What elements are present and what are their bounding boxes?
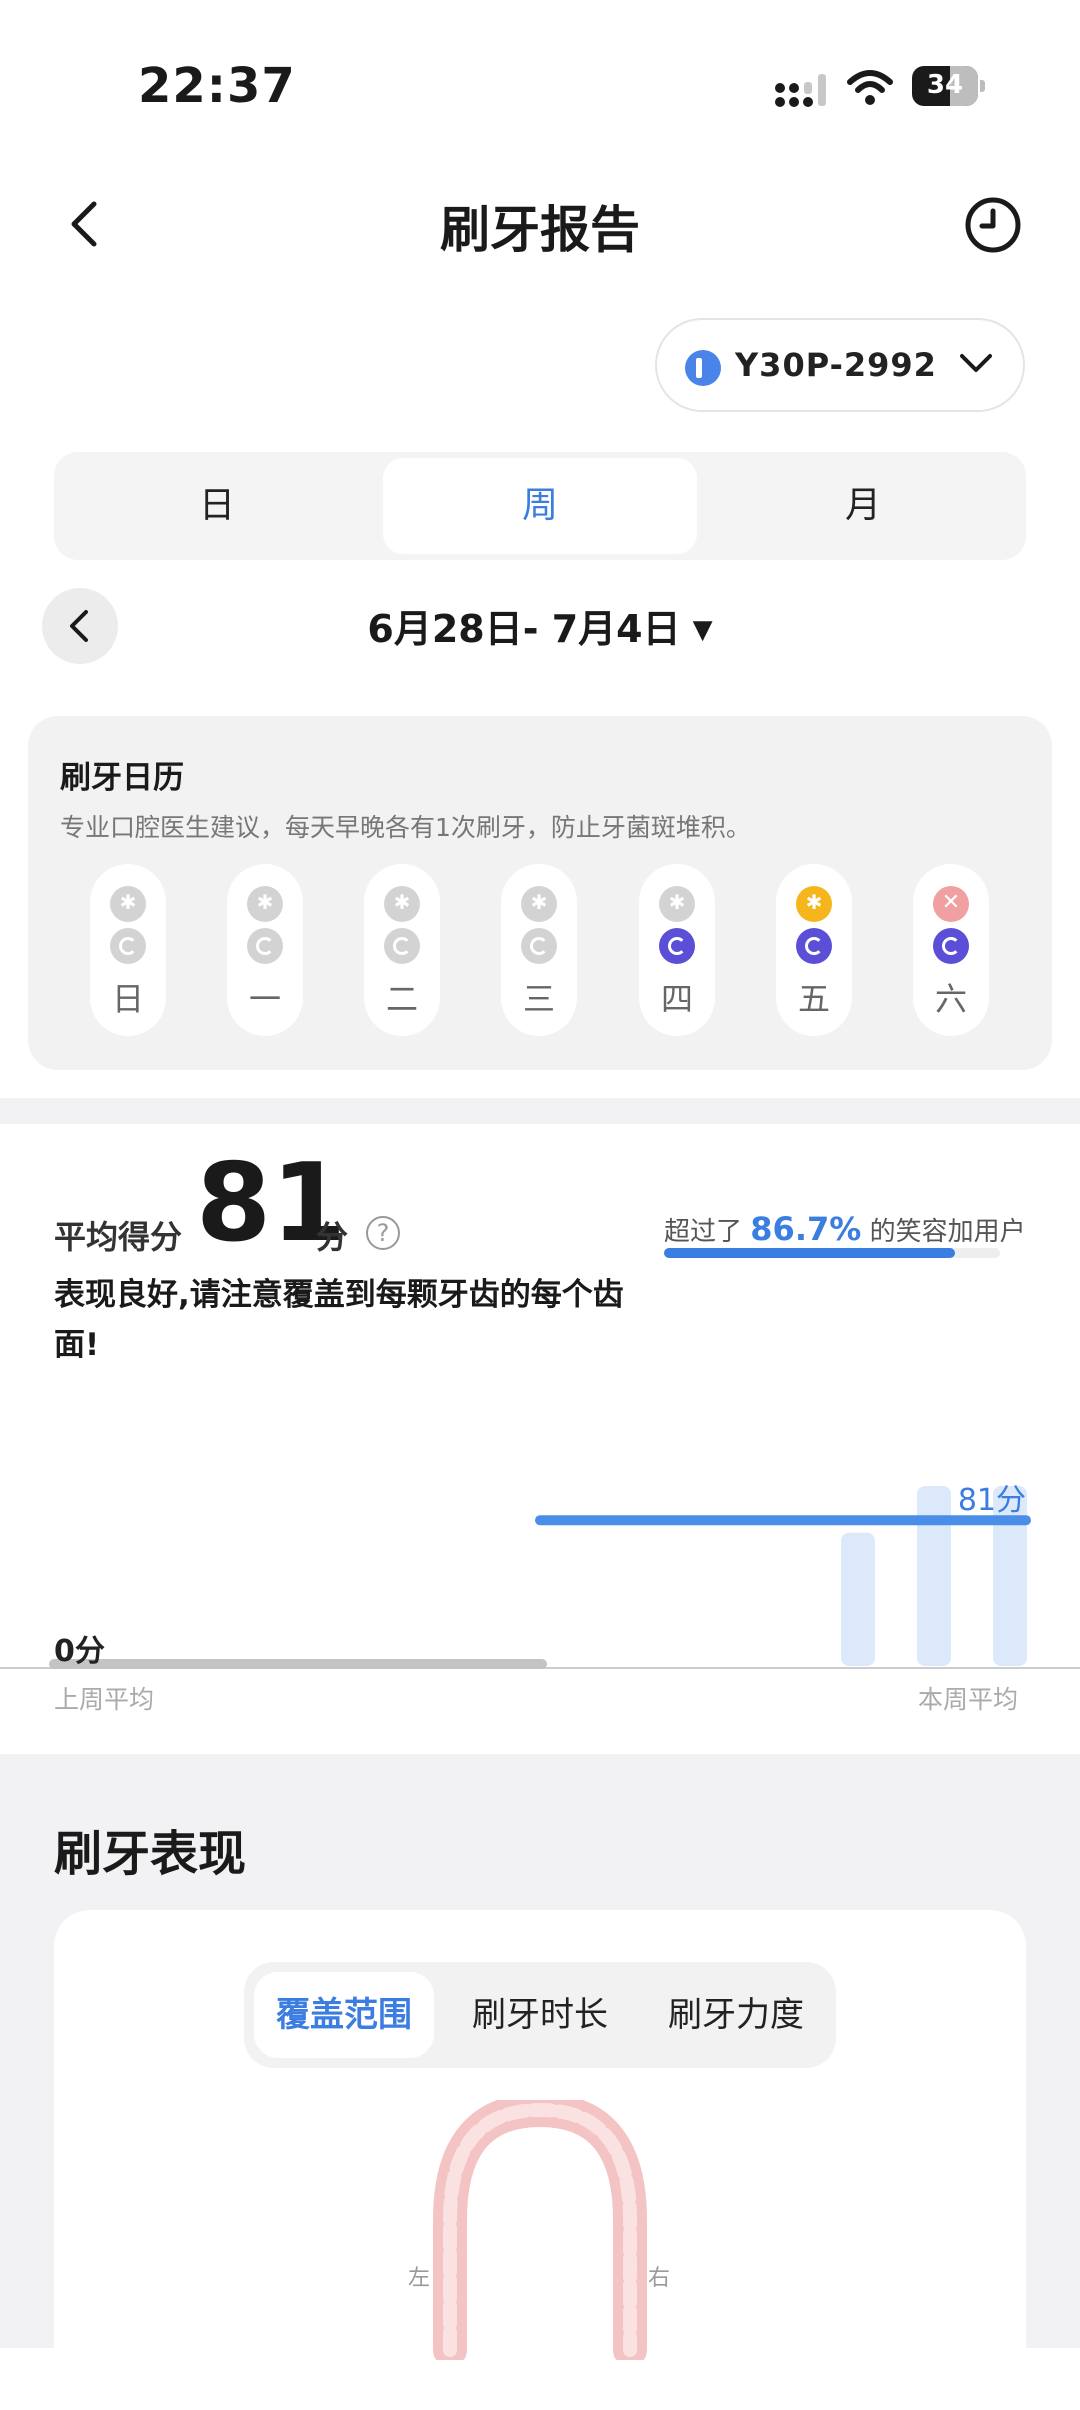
day-label: 二 xyxy=(385,980,418,1018)
day-label: 三 xyxy=(522,980,555,1018)
tab-day[interactable]: 日 xyxy=(60,458,374,554)
battery-icon: 34 xyxy=(912,66,978,106)
tab-duration[interactable]: 刷牙时长 xyxy=(450,1972,630,2058)
page-title: 刷牙报告 xyxy=(440,201,640,259)
evening-moon-icon xyxy=(110,928,146,964)
calendar-subtitle: 专业口腔医生建议，每天早晚各有1次刷牙，防止牙菌斑堆积。 xyxy=(60,813,751,842)
score-comparison-chart: 81分 xyxy=(0,1483,1080,1669)
evening-moon-icon xyxy=(247,928,283,964)
daily-score-bar xyxy=(917,1486,951,1666)
left-side-label: 左 xyxy=(408,2266,431,2291)
day-label: 五 xyxy=(797,980,830,1018)
device-selector[interactable]: Y30P-2992 xyxy=(655,318,1025,412)
tab-pressure[interactable]: 刷牙力度 xyxy=(646,1972,826,2058)
tab-month[interactable]: 月 xyxy=(706,458,1020,554)
day-label: 四 xyxy=(660,980,693,1018)
calendar-day[interactable]: 五 xyxy=(776,864,852,1036)
caret-down-icon: ▼ xyxy=(692,615,713,645)
morning-sun-icon xyxy=(247,886,283,922)
calendar-day[interactable]: 三 xyxy=(501,864,577,1036)
performance-title: 刷牙表现 xyxy=(54,1826,247,1882)
x-axis-label-this-week: 本周平均 xyxy=(918,1685,1019,1714)
baseline-label: 0分 xyxy=(54,1634,105,1669)
missed-x-icon xyxy=(933,886,969,922)
period-tabs: 日 周 月 xyxy=(54,452,1026,560)
percentile-text: 超过了 86.7% 的笑容加用户 xyxy=(664,1210,1026,1248)
average-score-label: 平均得分 xyxy=(54,1218,183,1256)
date-range-picker[interactable]: 6月28日- 7月4日 ▼ xyxy=(0,598,1080,653)
help-icon[interactable]: ? xyxy=(366,1216,400,1250)
percentile-value: 86.7% xyxy=(750,1210,862,1248)
day-label: 日 xyxy=(111,980,144,1018)
day-label: 六 xyxy=(934,980,967,1018)
calendar-day[interactable]: 二 xyxy=(364,864,440,1036)
morning-sun-icon xyxy=(384,886,420,922)
evening-moon-icon xyxy=(384,928,420,964)
clock-icon[interactable] xyxy=(964,196,1022,254)
evening-moon-icon xyxy=(521,928,557,964)
morning-sun-icon xyxy=(110,886,146,922)
score-advice: 表现良好,请注意覆盖到每颗牙齿的每个齿面! xyxy=(54,1277,624,1363)
toothbrush-brand-icon xyxy=(685,350,721,386)
tab-coverage[interactable]: 覆盖范围 xyxy=(254,1972,434,2058)
average-line-label: 81分 xyxy=(958,1483,1026,1518)
wifi-icon xyxy=(847,70,893,105)
status-time: 22:37 xyxy=(138,58,296,114)
morning-sun-icon xyxy=(659,886,695,922)
x-axis-label-last-week: 上周平均 xyxy=(54,1685,155,1714)
chevron-down-icon xyxy=(960,354,992,372)
cellular-signal-icon xyxy=(775,74,826,107)
morning-sun-icon xyxy=(521,886,557,922)
battery-tip xyxy=(980,80,985,92)
calendar-day[interactable]: 四 xyxy=(639,864,715,1036)
device-name: Y30P-2992 xyxy=(735,346,937,384)
percentile-prefix: 超过了 xyxy=(664,1217,743,1247)
performance-tabs: 覆盖范围 刷牙时长 刷牙力度 xyxy=(244,1962,836,2068)
calendar-day[interactable]: 六 xyxy=(913,864,989,1036)
tab-week[interactable]: 周 xyxy=(383,458,697,554)
score-unit: 分 xyxy=(316,1218,349,1256)
right-side-label: 右 xyxy=(648,2266,671,2291)
calendar-day[interactable]: 一 xyxy=(227,864,303,1036)
calendar-title: 刷牙日历 xyxy=(60,760,184,796)
daily-score-bar xyxy=(841,1532,875,1666)
calendar-day[interactable]: 日 xyxy=(90,864,166,1036)
day-label: 一 xyxy=(248,980,281,1018)
section-divider xyxy=(0,1098,1080,1124)
evening-moon-icon xyxy=(659,928,695,964)
teeth-coverage-diagram xyxy=(433,2100,647,2360)
battery-level: 34 xyxy=(926,70,964,100)
percentile-bar-fill xyxy=(664,1248,955,1258)
date-range-label: 6月28日- 7月4日 xyxy=(367,607,681,651)
evening-moon-icon xyxy=(933,928,969,964)
morning-sun-icon xyxy=(796,886,832,922)
evening-moon-icon xyxy=(796,928,832,964)
percentile-suffix: 的笑容加用户 xyxy=(869,1217,1026,1247)
